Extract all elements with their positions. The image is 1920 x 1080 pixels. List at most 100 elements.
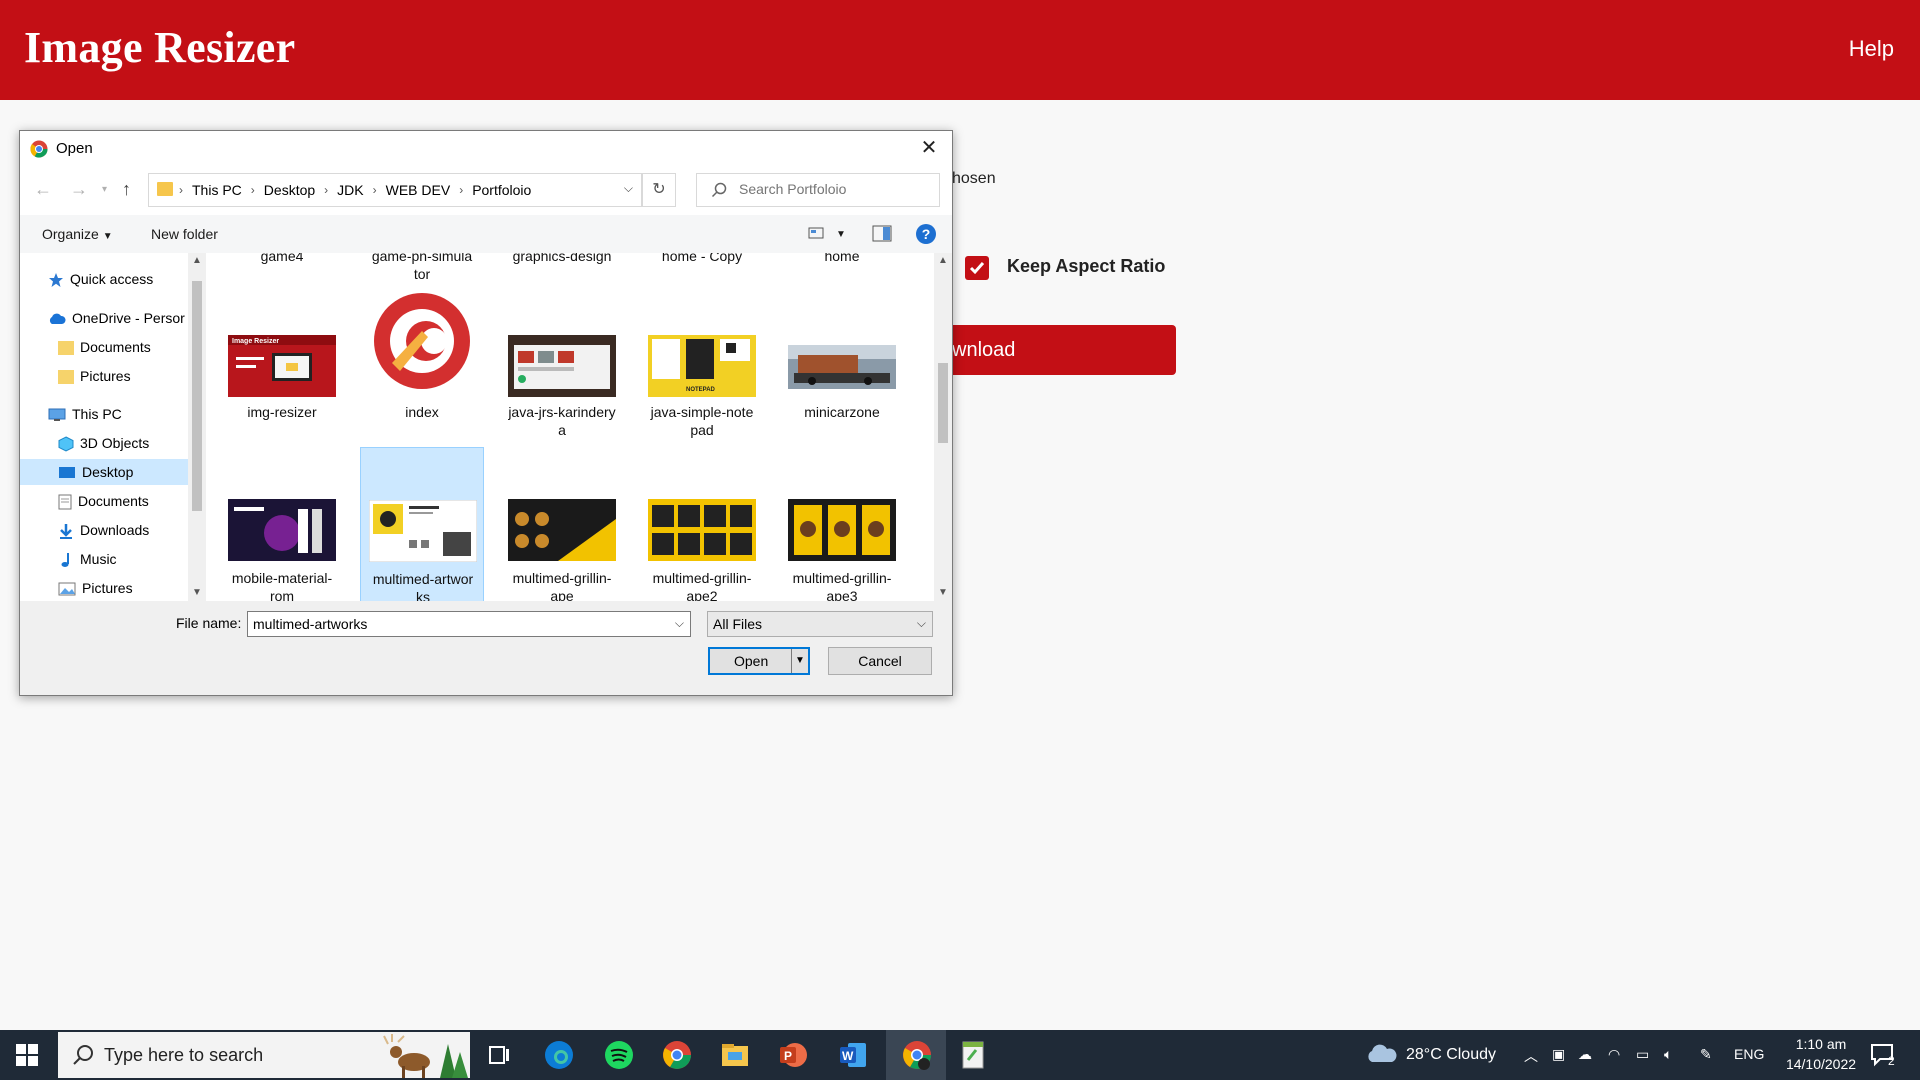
refresh-icon[interactable]: ↻ <box>642 173 676 207</box>
svg-text:P: P <box>784 1049 792 1063</box>
word-icon[interactable]: W <box>836 1038 870 1072</box>
svg-text:W: W <box>842 1049 854 1063</box>
view-dropdown-icon[interactable]: ▼ <box>836 229 846 240</box>
breadcrumb-portfoloio[interactable]: Portfoloio <box>472 182 531 199</box>
nav-pane-scrollbar[interactable]: ▲ ▼ <box>188 253 206 601</box>
chevron-down-icon[interactable]: ⌵ <box>675 616 684 631</box>
scroll-up-icon[interactable]: ▲ <box>192 255 202 266</box>
file-item-graphics-design[interactable]: graphics-design <box>500 253 624 283</box>
nav-item-this-pc[interactable]: This PC <box>48 401 188 427</box>
help-icon[interactable]: ? <box>916 224 936 244</box>
organize-button[interactable]: Organize ▼ <box>42 226 113 242</box>
clock-time: 1:10 am <box>1795 1036 1847 1052</box>
recent-locations-icon[interactable]: ▾ <box>102 184 107 195</box>
nav-item-onedrive-pictures[interactable]: Pictures <box>58 363 188 389</box>
keep-aspect-checkbox[interactable] <box>965 256 989 280</box>
download-button[interactable]: wnload <box>940 325 1176 375</box>
notepad-app-icon[interactable] <box>956 1038 990 1072</box>
network-icon[interactable]: ◠ <box>1608 1046 1620 1063</box>
file-explorer-icon[interactable] <box>718 1038 752 1072</box>
clock[interactable]: 1:10 am 14/10/2022 <box>1776 1034 1866 1074</box>
help-link[interactable]: Help <box>1849 36 1894 62</box>
nav-item-downloads[interactable]: Downloads <box>58 517 188 543</box>
edge-icon[interactable] <box>542 1038 576 1072</box>
breadcrumb: › This PC › Desktop › JDK › WEB DEV › Po… <box>179 182 532 199</box>
chrome-active-icon[interactable] <box>900 1038 934 1072</box>
file-type-value: All Files <box>713 616 763 632</box>
meet-now-icon[interactable]: ▣ <box>1552 1046 1565 1063</box>
file-item-home-copy[interactable]: home - Copy <box>640 253 764 283</box>
pen-icon[interactable]: ✎ <box>1700 1046 1712 1063</box>
weather-text[interactable]: 28°C Cloudy <box>1406 1046 1496 1064</box>
file-item-img-resizer[interactable]: Image Resizer img-resizer <box>220 291 344 441</box>
open-dropdown-icon[interactable]: ▼ <box>791 649 808 673</box>
app-title: Image Resizer <box>24 23 296 72</box>
view-options-icon[interactable] <box>808 225 826 241</box>
file-type-select[interactable]: All Files ⌵ <box>707 611 933 637</box>
onedrive-tray-icon[interactable]: ☁ <box>1578 1046 1592 1063</box>
file-item-index[interactable]: index <box>360 291 484 441</box>
scroll-down-icon[interactable]: ▼ <box>192 587 202 598</box>
preview-pane-icon[interactable] <box>872 225 892 243</box>
file-item-game-pn-simulator[interactable]: game-pn-simula tor <box>360 253 484 283</box>
grillin-ape3-thumbnail <box>788 499 896 561</box>
volume-icon[interactable]: 🔈︎ <box>1664 1046 1672 1063</box>
nav-item-documents[interactable]: Documents <box>58 488 188 514</box>
file-item-multimed-grillin-ape3[interactable]: multimed-grillin- ape3 <box>780 449 904 601</box>
spotify-icon[interactable] <box>602 1038 636 1072</box>
chrome-icon[interactable] <box>660 1038 694 1072</box>
powerpoint-icon[interactable]: P <box>776 1038 810 1072</box>
breadcrumb-jdk[interactable]: JDK <box>337 182 363 199</box>
scroll-up-icon[interactable]: ▲ <box>938 255 948 266</box>
cube-icon <box>58 436 74 452</box>
up-arrow-icon[interactable]: ↑ <box>122 179 131 200</box>
file-scroll-thumb[interactable] <box>938 363 948 443</box>
file-item-mobile-material-rom[interactable]: mobile-material- rom <box>220 449 344 601</box>
breadcrumb-web-dev[interactable]: WEB DEV <box>386 182 451 199</box>
search-input[interactable] <box>737 180 931 198</box>
file-item-multimed-artworks[interactable]: multimed-artwor ks <box>360 447 484 601</box>
task-view-icon[interactable] <box>482 1038 516 1072</box>
language-indicator[interactable]: ENG <box>1734 1046 1764 1062</box>
java-jrs-thumbnail <box>508 335 616 397</box>
address-bar[interactable]: › This PC › Desktop › JDK › WEB DEV › Po… <box>148 173 642 207</box>
taskbar-search-placeholder: Type here to search <box>104 1045 264 1065</box>
scroll-down-icon[interactable]: ▼ <box>938 587 948 598</box>
nav-item-3d-objects[interactable]: 3D Objects <box>58 430 188 456</box>
file-item-minicarzone[interactable]: minicarzone <box>780 291 904 441</box>
file-item-java-simple-notepad[interactable]: NOTEPAD java-simple-note pad <box>640 291 764 441</box>
file-pane-scrollbar[interactable]: ▲ ▼ <box>934 253 952 601</box>
chevron-down-icon[interactable]: ⌵ <box>624 181 633 196</box>
nav-item-onedrive[interactable]: OneDrive - Persor <box>48 305 198 331</box>
file-item-home[interactable]: home <box>780 253 904 283</box>
cancel-button[interactable]: Cancel <box>828 647 932 675</box>
windows-start-icon[interactable] <box>16 1044 38 1066</box>
breadcrumb-desktop[interactable]: Desktop <box>264 182 315 199</box>
search-icon <box>711 182 727 198</box>
nav-scroll-thumb[interactable] <box>192 281 202 511</box>
file-item-multimed-grillin-ape[interactable]: multimed-grillin- ape <box>500 449 624 601</box>
document-icon <box>58 494 72 510</box>
cloudy-weather-icon[interactable] <box>1366 1042 1398 1066</box>
battery-icon[interactable]: ▭ <box>1636 1046 1649 1063</box>
nav-item-onedrive-documents[interactable]: Documents <box>58 334 188 360</box>
taskbar-search[interactable]: Type here to search <box>58 1032 470 1078</box>
breadcrumb-this-pc[interactable]: This PC <box>192 182 242 199</box>
file-name-field[interactable]: multimed-artworks ⌵ <box>247 611 691 637</box>
nav-item-music[interactable]: Music <box>58 546 188 572</box>
file-item-java-jrs-karinderya[interactable]: java-jrs-karindery a <box>500 291 624 441</box>
new-folder-button[interactable]: New folder <box>151 226 218 242</box>
file-item-game4[interactable]: game4 <box>220 253 344 283</box>
chevron-up-icon[interactable]: ︿ <box>1524 1046 1538 1066</box>
nav-item-quick-access[interactable]: Quick access <box>48 266 188 292</box>
back-arrow-icon[interactable]: ← <box>34 179 52 200</box>
open-button[interactable]: Open ▼ <box>708 647 810 675</box>
search-icon <box>73 1045 93 1065</box>
close-icon[interactable]: ✕ <box>906 131 952 165</box>
nav-item-desktop[interactable]: Desktop <box>20 459 188 485</box>
keep-aspect-label: Keep Aspect Ratio <box>1007 256 1166 276</box>
nav-item-pictures[interactable]: Pictures <box>58 575 188 601</box>
forward-arrow-icon[interactable]: → <box>70 179 88 200</box>
open-file-dialog: Open ✕ ← → ▾ ↑ › This PC › Desktop › JDK… <box>19 130 953 696</box>
file-item-multimed-grillin-ape2[interactable]: multimed-grillin- ape2 <box>640 449 764 601</box>
